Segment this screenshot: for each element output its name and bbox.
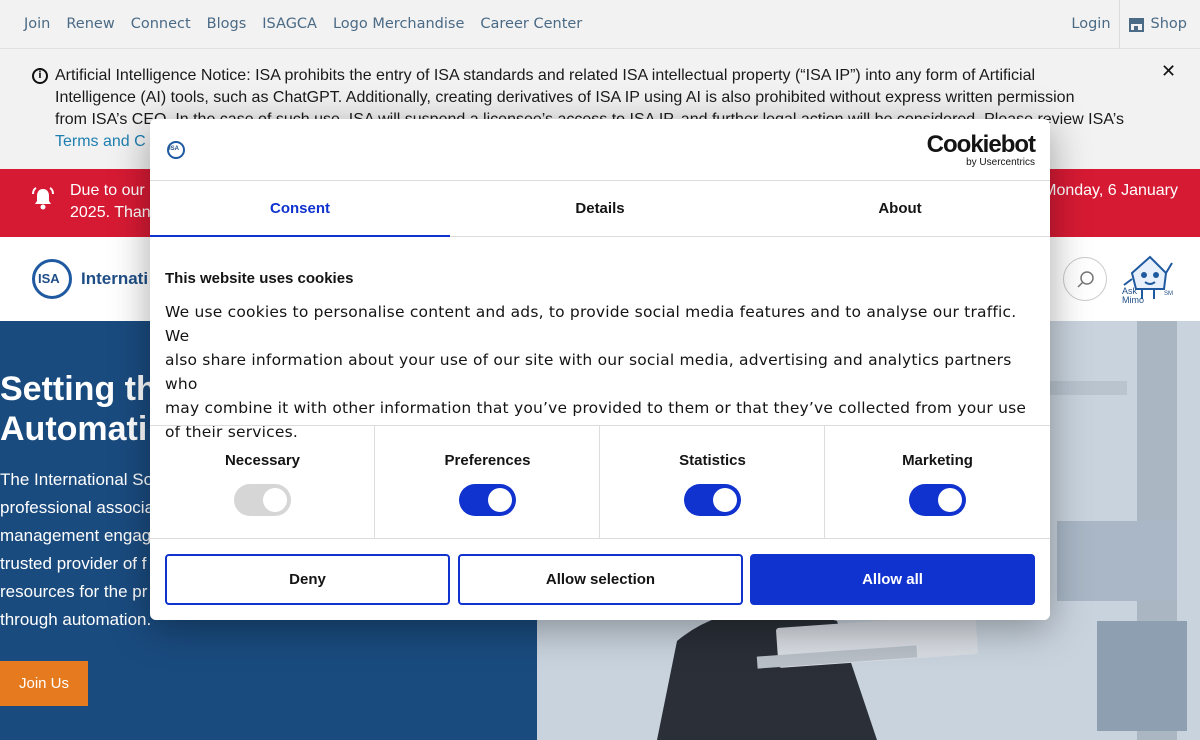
- isa-logo[interactable]: ISA: [32, 259, 72, 299]
- close-icon[interactable]: ✕: [1161, 61, 1176, 82]
- alert-line-1: Due to our: [70, 182, 145, 199]
- join-us-button[interactable]: Join Us: [0, 661, 88, 706]
- tab-details[interactable]: Details: [450, 181, 750, 236]
- dialog-title: This website uses cookies: [165, 270, 354, 287]
- brand-name[interactable]: Internati: [81, 269, 148, 289]
- marketing-switch[interactable]: [909, 484, 966, 516]
- alert-line-2: 2025. Than: [70, 204, 151, 221]
- allow-selection-button[interactable]: Allow selection: [458, 554, 743, 605]
- dialog-actions: Deny Allow selection Allow all: [165, 554, 1035, 605]
- deny-button[interactable]: Deny: [165, 554, 450, 605]
- necessary-switch: [234, 484, 291, 516]
- hero-body-line: resources for the pr: [0, 582, 148, 601]
- nav-link-blogs[interactable]: Blogs: [207, 16, 247, 32]
- ask-mimo-button[interactable]: Ask Mimo SM: [1118, 251, 1174, 307]
- description-line: may combine it with other information th…: [165, 399, 1027, 417]
- hero-title-line-1: Setting th: [0, 370, 157, 408]
- hero-body-line: professional associa: [0, 498, 155, 517]
- hero-title-line-2: Automati: [0, 410, 148, 448]
- terms-link[interactable]: Terms and C: [55, 133, 146, 150]
- notice-line-2: Intelligence (AI) tools, such as ChatGPT…: [55, 89, 1075, 106]
- toggle-label: Marketing: [902, 452, 973, 469]
- search-icon: [1077, 271, 1094, 288]
- shop-label[interactable]: Shop: [1151, 16, 1187, 32]
- cookiebot-wordmark: Cookiebot: [926, 131, 1036, 158]
- cookiebot-logo[interactable]: Cookiebot by Usercentrics: [926, 131, 1036, 169]
- hero-body: The International So professional associ…: [0, 466, 154, 634]
- info-icon: i: [32, 68, 48, 84]
- utility-links: Join Renew Connect Blogs ISAGCA Logo Mer…: [24, 0, 582, 48]
- tab-consent[interactable]: Consent: [150, 181, 450, 237]
- tab-about[interactable]: About: [750, 181, 1050, 236]
- logo-text: ISA: [38, 271, 60, 286]
- toggle-label: Statistics: [679, 452, 746, 469]
- mimo-label: Ask Mimo: [1122, 286, 1144, 305]
- hero-body-line: The International So: [0, 470, 154, 489]
- nav-link-connect[interactable]: Connect: [131, 16, 191, 32]
- shop-icon: [1128, 17, 1145, 32]
- hero-body-line: through automation.: [0, 610, 152, 629]
- toggle-label: Necessary: [224, 452, 301, 469]
- hero-body-line: management engag: [0, 526, 152, 545]
- statistics-switch[interactable]: [684, 484, 741, 516]
- notice-line-1: Artificial Intelligence Notice: ISA proh…: [55, 67, 1036, 84]
- bell-icon: [31, 186, 55, 216]
- cookie-consent-dialog: ISA Cookiebot by Usercentrics Consent De…: [150, 119, 1050, 620]
- allow-all-button[interactable]: Allow all: [750, 554, 1035, 605]
- cookiebot-subtitle: by Usercentrics: [966, 157, 1035, 168]
- dialog-description: We use cookies to personalise content an…: [165, 300, 1035, 444]
- alert-right-text: Monday, 6 January: [1043, 182, 1178, 199]
- site-logo-small: ISA: [167, 141, 185, 159]
- dialog-tabs: Consent Details About: [150, 181, 1050, 237]
- small-logo-text: ISA: [169, 146, 180, 152]
- dialog-header: ISA Cookiebot by Usercentrics: [150, 119, 1050, 181]
- nav-link-join[interactable]: Join: [24, 16, 50, 32]
- hero-body-line: trusted provider of f: [0, 554, 147, 573]
- nav-link-renew[interactable]: Renew: [66, 16, 114, 32]
- toggle-marketing: Marketing: [825, 426, 1050, 538]
- toggle-necessary: Necessary: [150, 426, 375, 538]
- toggle-statistics: Statistics: [600, 426, 825, 538]
- nav-link-isagca[interactable]: ISAGCA: [262, 16, 317, 32]
- account-links: Login Shop: [1071, 0, 1200, 48]
- nav-link-career-center[interactable]: Career Center: [480, 16, 582, 32]
- shop-link[interactable]: Shop: [1118, 0, 1200, 48]
- hero-title: Setting th Automati: [0, 369, 157, 449]
- description-line: also share information about your use of…: [165, 351, 1012, 393]
- nav-link-logo-merchandise[interactable]: Logo Merchandise: [333, 16, 464, 32]
- mimo-sm: SM: [1164, 291, 1173, 297]
- search-button[interactable]: [1063, 257, 1107, 301]
- description-line: We use cookies to personalise content an…: [165, 303, 1017, 345]
- login-link[interactable]: Login: [1071, 16, 1110, 32]
- preferences-switch[interactable]: [459, 484, 516, 516]
- cookie-category-toggles: Necessary Preferences Statistics Marketi…: [150, 425, 1050, 539]
- top-utility-nav: Join Renew Connect Blogs ISAGCA Logo Mer…: [0, 0, 1200, 49]
- toggle-preferences: Preferences: [375, 426, 600, 538]
- toggle-label: Preferences: [444, 452, 531, 469]
